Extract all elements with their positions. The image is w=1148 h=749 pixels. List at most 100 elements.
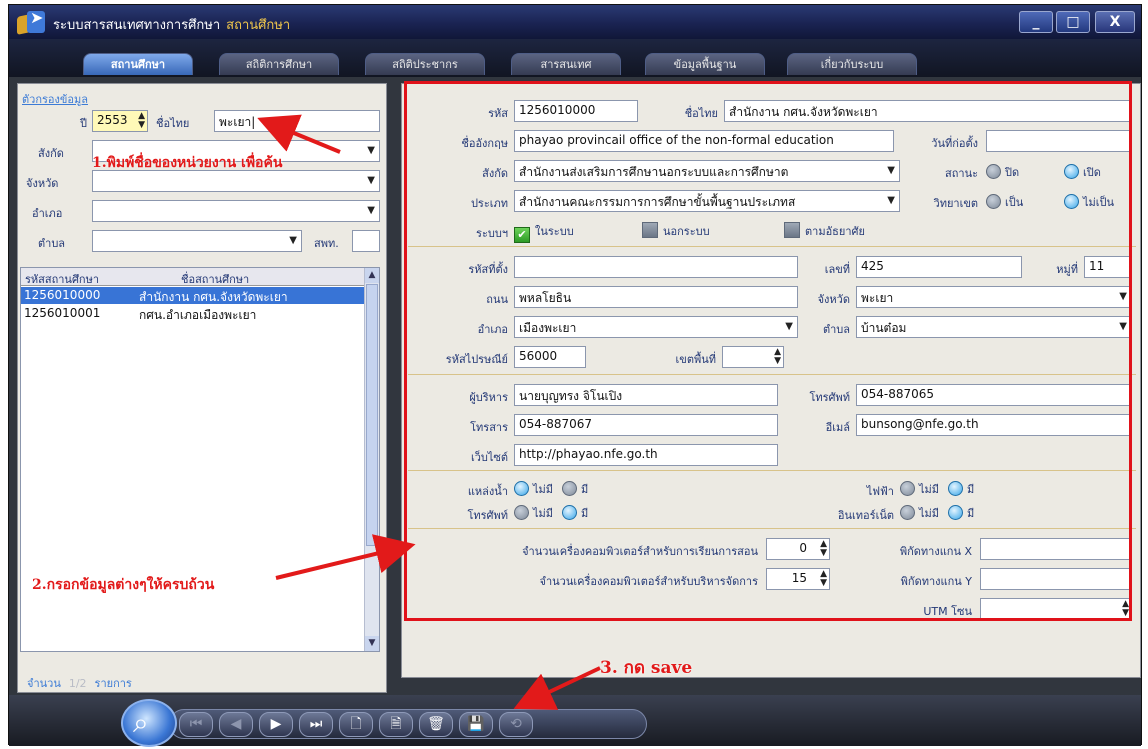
- district-dropdown[interactable]: เมืองพะเยา ▼: [514, 316, 798, 338]
- list-item-code: 1256010000: [24, 288, 101, 302]
- thai-name-label: ชื่อไทย: [684, 107, 718, 120]
- list-scrollbar[interactable]: ▲ ▼: [364, 268, 379, 651]
- radio-on-icon: [514, 481, 529, 496]
- postal-input[interactable]: 56000: [514, 346, 586, 368]
- filter-office-input[interactable]: [352, 230, 380, 252]
- tab-about-system[interactable]: เกี่ยวกับระบบ: [787, 53, 917, 75]
- electricity-no-radio[interactable]: ไม่มี: [900, 480, 939, 498]
- pc-admin-value: 15: [791, 571, 807, 585]
- tab-basic-data[interactable]: ข้อมูลพื้นฐาน: [645, 53, 765, 75]
- refresh-button[interactable]: ⟲: [499, 712, 533, 737]
- tab-population-stats[interactable]: สถิติประชากร: [365, 53, 485, 75]
- filter-panel: ตัวกรองข้อมูล ปี 2553 ▲ ▼ ชื่อไทย พะเยา| …: [17, 83, 387, 693]
- edit-record-button[interactable]: 🗎: [379, 712, 413, 737]
- coord-x-label: พิกัดทางแกน X: [899, 545, 972, 558]
- minimize-button[interactable]: _: [1019, 11, 1053, 33]
- utm-spinner[interactable]: ▲ ▼: [980, 598, 1132, 620]
- column-header-code[interactable]: รหัสสถานศึกษา: [25, 270, 99, 288]
- location-code-input[interactable]: [514, 256, 798, 278]
- website-label: เว็บไซต์: [470, 451, 508, 464]
- tab-school[interactable]: สถานศึกษา: [83, 53, 193, 75]
- scroll-down-icon[interactable]: ▼: [365, 636, 379, 651]
- system-formal-label: ในระบบ: [535, 225, 574, 238]
- college-no-radio[interactable]: ไม่เป็น: [1064, 193, 1114, 211]
- app-logo-icon: ➤: [17, 8, 47, 35]
- last-record-button[interactable]: ⏭: [299, 712, 333, 737]
- code-input[interactable]: 1256010000: [514, 100, 638, 122]
- save-button[interactable]: 💾: [459, 712, 493, 737]
- internet-yes-radio[interactable]: มี: [948, 504, 974, 522]
- electricity-yes-radio[interactable]: มี: [948, 480, 974, 498]
- electricity-yes-label: มี: [967, 483, 975, 496]
- next-record-button[interactable]: ▶: [259, 712, 293, 737]
- telephone-yes-label: มี: [581, 507, 589, 520]
- annotation-step2: 2.กรอกข้อมูลต่างๆให้ครบถ้วน: [32, 577, 215, 593]
- internet-no-radio[interactable]: ไม่มี: [900, 504, 939, 522]
- water-yes-radio[interactable]: มี: [562, 480, 588, 498]
- window-title-text: ระบบสารสนเทศทางการศึกษา: [53, 18, 221, 33]
- water-label: แหล่งน้ำ: [467, 485, 508, 498]
- pc-admin-spinner[interactable]: 15 ▲ ▼: [766, 568, 830, 590]
- search-button[interactable]: ⌕: [121, 699, 177, 747]
- system-nonformal-checkbox[interactable]: นอกระบบ: [642, 222, 710, 240]
- previous-record-button[interactable]: ◀: [219, 712, 253, 737]
- english-name-input[interactable]: phayao provincail office of the non-form…: [514, 130, 894, 152]
- road-input[interactable]: พหลโยธิน: [514, 286, 798, 308]
- utm-label: UTM โซน: [923, 605, 972, 618]
- thai-name-input[interactable]: สำนักงาน กศน.จังหวัดพะเยา: [724, 100, 1132, 122]
- status-closed-radio[interactable]: ปิด: [986, 163, 1019, 181]
- maximize-button[interactable]: □: [1056, 11, 1090, 33]
- list-item[interactable]: 1256010001 กศน.อำเภอเมืองพะเยา: [21, 305, 366, 322]
- list-item-name: กศน.อำเภอเมืองพะเยา: [139, 308, 257, 322]
- system-label: ระบบฯ: [476, 227, 508, 240]
- email-input[interactable]: bunsong@nfe.go.th: [856, 414, 1132, 436]
- close-button[interactable]: X: [1095, 11, 1135, 33]
- radio-off-icon: [900, 481, 915, 496]
- filter-subdistrict-label: ตำบล: [38, 237, 66, 250]
- filter-subdistrict-dropdown[interactable]: ▼: [92, 230, 302, 252]
- year-spinner[interactable]: 2553 ▲ ▼: [92, 110, 148, 132]
- college-yes-radio[interactable]: เป็น: [986, 193, 1023, 211]
- previous-record-icon: ◀: [230, 716, 242, 732]
- chevron-down-icon: ▼: [887, 165, 895, 176]
- tab-information[interactable]: สารสนเทศ: [511, 53, 621, 75]
- coord-y-input[interactable]: [980, 568, 1132, 590]
- first-record-button[interactable]: ⏮: [179, 712, 213, 737]
- column-header-name[interactable]: ชื่อสถานศึกษา: [181, 270, 249, 288]
- affiliation-dropdown[interactable]: สำนักงานส่งเสริมการศึกษานอกระบบและการศึก…: [514, 160, 900, 182]
- edit-record-icon: 🗎: [390, 716, 402, 732]
- filter-district-dropdown[interactable]: ▼: [92, 200, 380, 222]
- checkbox-off-icon: [642, 222, 658, 238]
- water-yes-label: มี: [581, 483, 589, 496]
- delete-button[interactable]: 🗑: [419, 712, 453, 737]
- founded-date-input[interactable]: [986, 130, 1132, 152]
- province-dropdown[interactable]: พะเยา ▼: [856, 286, 1132, 308]
- village-input[interactable]: 11: [1084, 256, 1132, 278]
- house-no-input[interactable]: 425: [856, 256, 1022, 278]
- fax-input[interactable]: 054-887067: [514, 414, 778, 436]
- subdistrict-dropdown[interactable]: บ้านต๋อม ▼: [856, 316, 1132, 338]
- zone-spinner[interactable]: ▲ ▼: [722, 346, 784, 368]
- coord-x-input[interactable]: [980, 538, 1132, 560]
- new-record-button[interactable]: 🗋: [339, 712, 373, 737]
- system-formal-checkbox[interactable]: ✔ ในระบบ: [514, 222, 574, 243]
- tab-education-stats[interactable]: สถิติการศึกษา: [219, 53, 339, 75]
- radio-on-icon: [1064, 194, 1079, 209]
- type-dropdown[interactable]: สำนักงานคณะกรรมการการศึกษาขั้นพื้นฐานประ…: [514, 190, 900, 212]
- scroll-thumb[interactable]: [366, 284, 378, 546]
- scroll-up-icon[interactable]: ▲: [365, 268, 379, 283]
- pc-teaching-spinner[interactable]: 0 ▲ ▼: [766, 538, 830, 560]
- phone-input[interactable]: 054-887065: [856, 384, 1132, 406]
- system-informal-checkbox[interactable]: ตามอัธยาศัย: [784, 222, 865, 240]
- telephone-yes-radio[interactable]: มี: [562, 504, 588, 522]
- location-code-label: รหัสที่ตั้ง: [468, 263, 508, 276]
- internet-no-label: ไม่มี: [919, 507, 940, 520]
- director-input[interactable]: นายบุญทรง จิโนเปิง: [514, 384, 778, 406]
- website-input[interactable]: http://phayao.nfe.go.th: [514, 444, 778, 466]
- status-open-radio[interactable]: เปิด: [1064, 163, 1101, 181]
- search-icon: ⌕: [133, 706, 149, 739]
- filter-thai-name-input[interactable]: พะเยา|: [214, 110, 380, 132]
- water-no-radio[interactable]: ไม่มี: [514, 480, 553, 498]
- list-item[interactable]: 1256010000 สำนักงาน กศน.จังหวัดพะเยา: [21, 287, 366, 304]
- telephone-no-radio[interactable]: ไม่มี: [514, 504, 553, 522]
